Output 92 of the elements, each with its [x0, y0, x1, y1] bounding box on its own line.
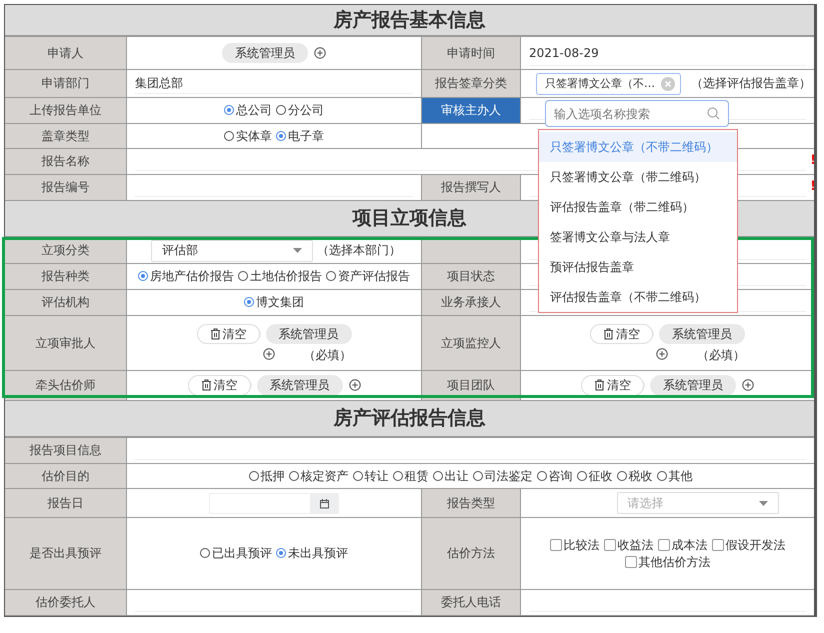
field-label: 项目团队 — [422, 371, 521, 400]
field-label: 估价目的 — [5, 464, 127, 488]
add-icon[interactable] — [656, 348, 668, 360]
field-label: 审核主办人 — [422, 98, 521, 123]
required-note: （必填） — [697, 348, 745, 362]
trash-icon — [210, 328, 220, 340]
radio-option[interactable]: 税收 — [616, 468, 652, 484]
field-label: 评估机构 — [5, 290, 127, 315]
field-label: 估价方法 — [422, 518, 521, 589]
trash-icon — [594, 379, 605, 392]
hint-text: （选择本部门） — [317, 243, 401, 258]
radio-option[interactable]: 其他 — [656, 468, 692, 484]
radio-option[interactable]: 土地估价报告 — [238, 269, 322, 284]
dropdown-option[interactable]: 只签署博文公章（不带二维码） — [539, 132, 737, 162]
search-field[interactable]: 输入选项名称搜索 — [545, 100, 729, 127]
field-label: 报告签章分类 — [422, 70, 521, 97]
radio-option[interactable]: 出让 — [432, 468, 468, 484]
checkbox-option[interactable]: 其他估价方法 — [624, 554, 710, 569]
field-label: 申请时间 — [422, 37, 521, 69]
radio-option[interactable]: 分公司 — [276, 103, 324, 118]
checkbox-option[interactable]: 比较法 — [550, 538, 600, 552]
field-label: 盖章类型 — [5, 124, 127, 148]
add-icon[interactable] — [742, 379, 754, 392]
checkbox-option[interactable]: 假设开发法 — [712, 538, 786, 552]
radio-option[interactable]: 核定资产 — [288, 468, 348, 484]
add-icon[interactable] — [314, 46, 326, 59]
section-title: 房产报告基本信息 — [5, 5, 814, 37]
field-label: 是否出具预评 — [5, 518, 127, 589]
person-chip[interactable]: 系统管理员 — [266, 324, 352, 344]
radio-option[interactable]: 司法鉴定 — [472, 468, 532, 484]
required-mark: ! — [810, 179, 814, 195]
field-label: 立项分类 — [5, 238, 127, 263]
radio-option[interactable]: 博文集团 — [244, 295, 304, 310]
radio-option[interactable]: 电子章 — [276, 128, 324, 144]
trash-icon — [200, 379, 212, 392]
person-chip[interactable]: 系统管理员 — [650, 375, 736, 396]
field-label: 报告项目信息 — [5, 438, 127, 463]
selected-tag[interactable]: 只签署博文公章（不… — [536, 72, 681, 94]
field-label: 报告类型 — [422, 489, 521, 517]
search-icon — [707, 107, 720, 120]
field-label: 项目状态 — [422, 264, 521, 289]
checkbox-option[interactable]: 成本法 — [658, 538, 708, 552]
field-label: 报告编号 — [5, 175, 127, 200]
field-label: 报告种类 — [5, 264, 127, 289]
checkbox-option[interactable]: 收益法 — [604, 538, 654, 552]
field-label: 估价委托人 — [5, 590, 127, 615]
clear-button[interactable]: 清空 — [581, 375, 644, 396]
field-label: 牵头估价师 — [5, 371, 127, 400]
select-field[interactable]: 评估部 — [151, 240, 313, 262]
calendar-icon — [318, 498, 330, 508]
clear-button[interactable]: 清空 — [188, 375, 250, 396]
hint-text: （选择评估报告盖章） — [691, 76, 811, 91]
dropdown-option[interactable]: 只签署博文公章（带二维码） — [539, 162, 737, 192]
radio-option[interactable]: 未出具预评 — [276, 546, 348, 561]
radio-option[interactable]: 咨询 — [536, 468, 572, 484]
clear-button[interactable]: 清空 — [590, 324, 653, 344]
radio-option[interactable]: 转让 — [352, 468, 388, 484]
required-mark: ! — [810, 153, 814, 169]
field-value: 集团总部 — [135, 76, 183, 91]
field-label: 立项监控人 — [422, 316, 521, 370]
person-chip[interactable]: 系统管理员 — [256, 375, 342, 396]
field-label: 委托人电话 — [422, 590, 521, 615]
date-field[interactable] — [209, 492, 339, 514]
field-label: 业务承接人 — [422, 290, 521, 315]
radio-option[interactable]: 已出具预评 — [200, 546, 272, 561]
dropdown-option[interactable]: 评估报告盖章（不带二维码） — [539, 282, 737, 312]
field-label: 申请人 — [5, 37, 127, 69]
person-chip[interactable]: 系统管理员 — [222, 42, 308, 64]
field-label: 立项审批人 — [5, 316, 127, 370]
radio-option[interactable]: 抵押 — [248, 468, 284, 484]
radio-option[interactable]: 资产评估报告 — [326, 269, 410, 284]
caret-icon — [293, 248, 302, 253]
section-title: 房产评估报告信息 — [5, 401, 814, 438]
radio-option[interactable]: 租赁 — [392, 468, 428, 484]
trash-icon — [603, 328, 614, 340]
radio-option[interactable]: 总公司 — [224, 103, 272, 118]
clear-button[interactable]: 清空 — [196, 324, 260, 344]
add-icon[interactable] — [348, 379, 360, 392]
field-label: 申请部门 — [5, 70, 127, 97]
person-chip[interactable]: 系统管理员 — [659, 324, 745, 344]
field-label: 上传报告单位 — [5, 98, 127, 123]
radio-option[interactable]: 实体章 — [224, 128, 272, 144]
field-value: 2021-08-29 — [529, 46, 599, 60]
radio-option[interactable]: 征收 — [576, 468, 612, 484]
add-icon[interactable] — [262, 348, 274, 360]
dropdown-option[interactable]: 预评估报告盖章 — [539, 252, 737, 282]
caret-icon — [758, 500, 768, 506]
field-label: 报告日 — [5, 489, 127, 517]
field-label: 报告名称 — [5, 149, 127, 174]
field-label: 报告撰写人 — [422, 175, 521, 200]
radio-option[interactable]: 房地产估价报告 — [138, 269, 234, 284]
required-note: （必填） — [304, 348, 352, 362]
